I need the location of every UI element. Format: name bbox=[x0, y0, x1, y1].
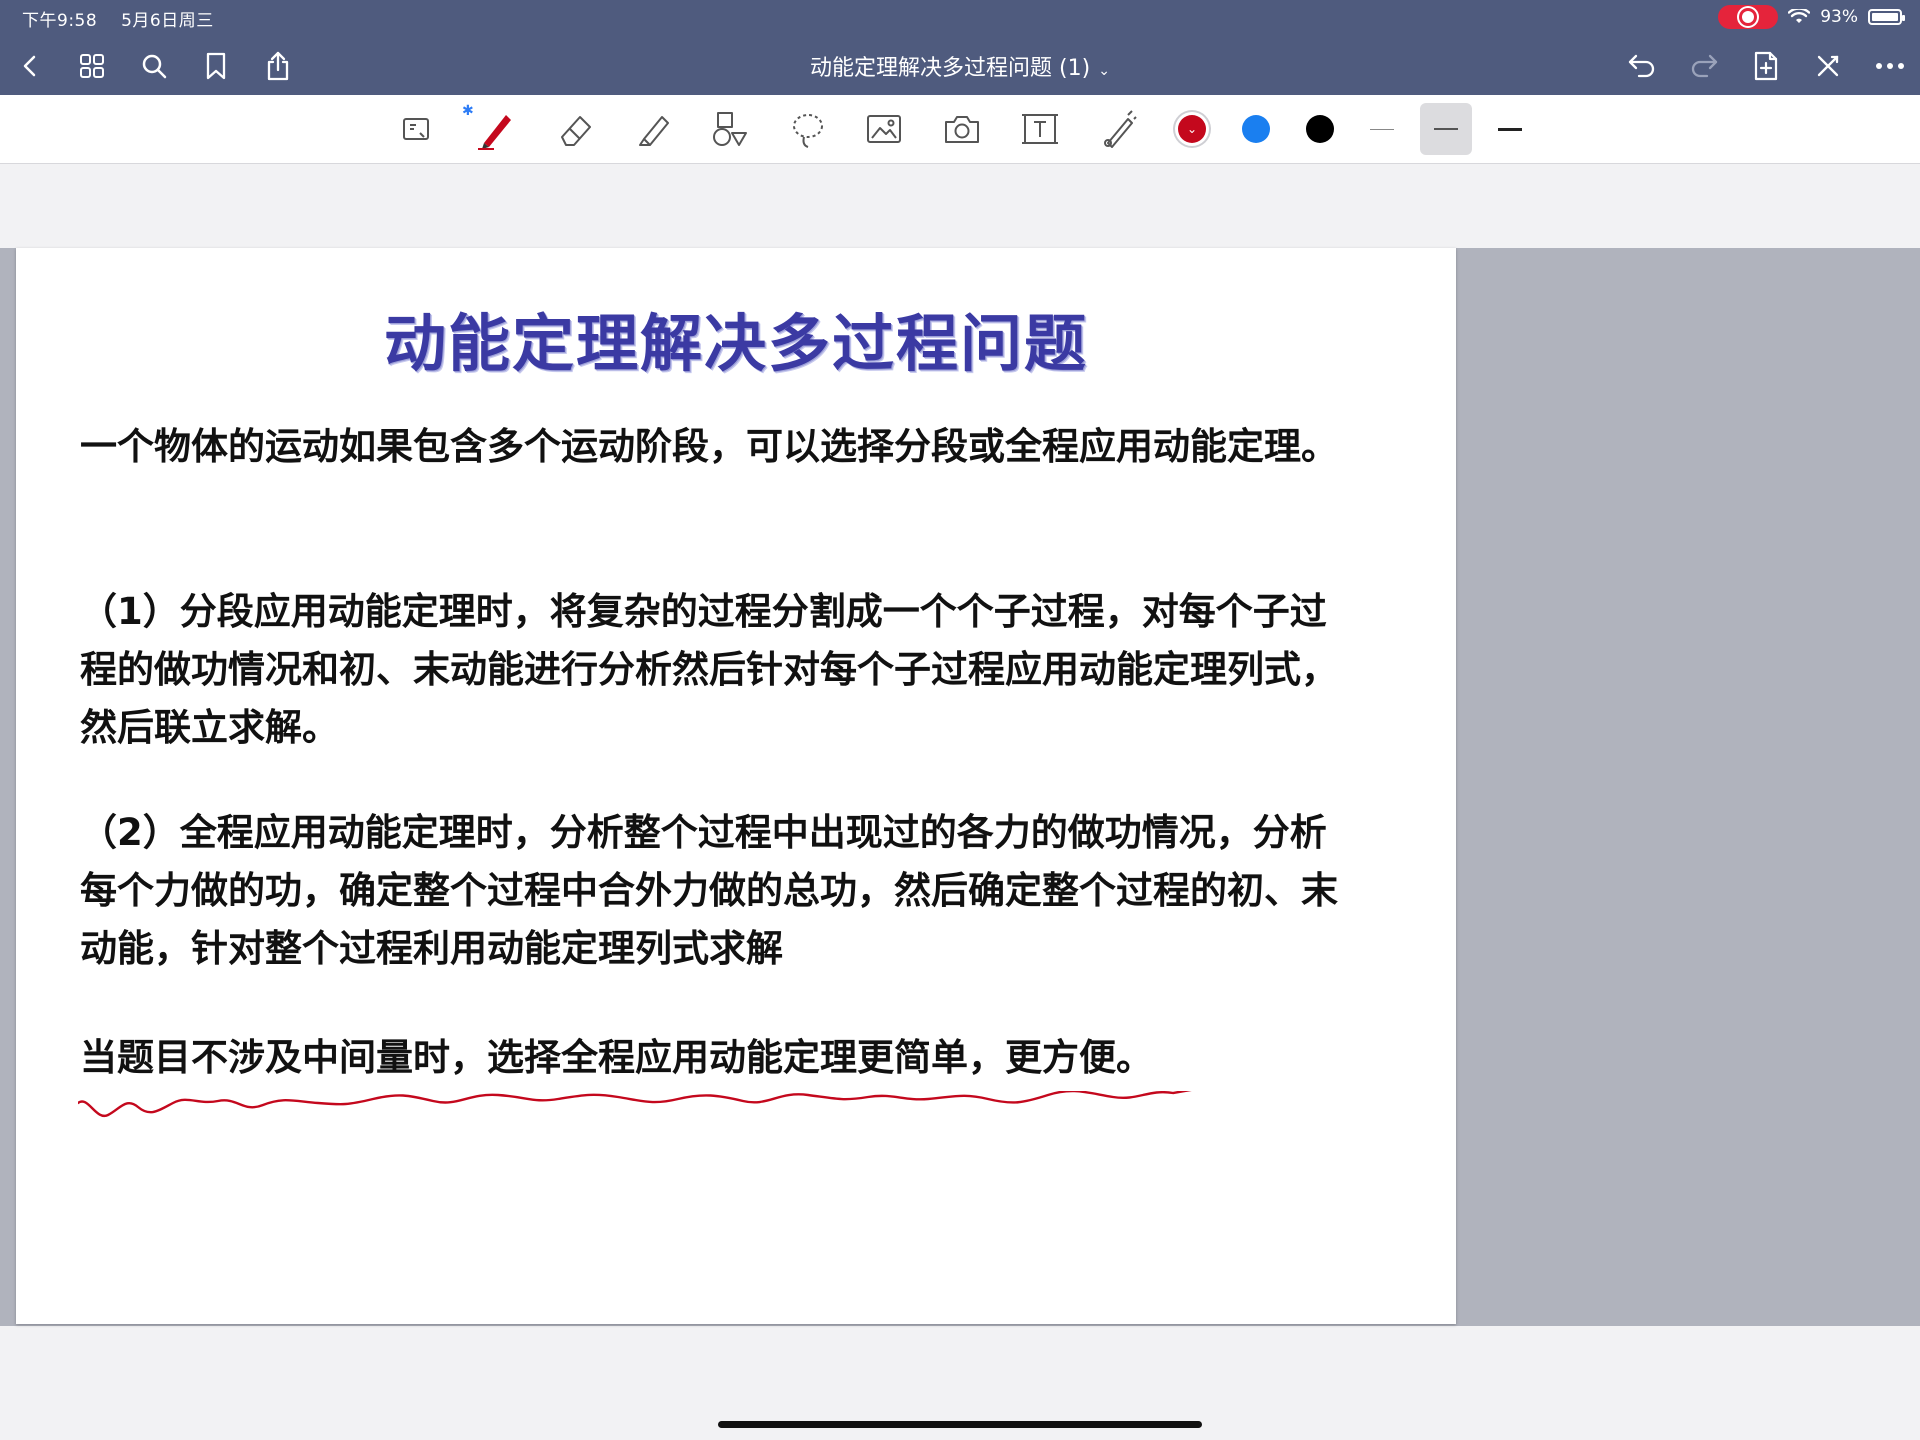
status-bar-left: 下午9:58 5月6日周三 bbox=[22, 6, 232, 31]
paragraph-intro: 一个物体的运动如果包含多个运动阶段，可以选择分段或全程应用动能定理。 bbox=[80, 425, 1338, 468]
canvas-area[interactable]: 动能定理解决多过程问题 一个物体的运动如果包含多个运动阶段，可以选择分段或全程应… bbox=[0, 248, 1920, 1326]
image-icon[interactable] bbox=[858, 103, 910, 155]
redo-icon[interactable] bbox=[1684, 46, 1724, 86]
text-box-icon[interactable] bbox=[1014, 103, 1066, 155]
status-time: 下午9:58 bbox=[22, 11, 98, 31]
home-indicator[interactable] bbox=[718, 1421, 1202, 1428]
camera-icon[interactable] bbox=[936, 103, 988, 155]
color-dot-red: ⌄ bbox=[1178, 115, 1206, 143]
color-swatch-blue[interactable] bbox=[1230, 103, 1282, 155]
bookmark-icon[interactable] bbox=[196, 46, 236, 86]
add-page-icon[interactable] bbox=[1746, 46, 1786, 86]
chevron-down-icon: ⌄ bbox=[1186, 122, 1198, 136]
status-bar-right: 93% bbox=[1718, 4, 1905, 30]
paragraph-whole-process: （2）全程应用动能定理时，分析整个过程中出现过的各力的做功情况，分析每个力做的功… bbox=[80, 811, 1338, 970]
document-title-text: 动能定理解决多过程问题 (1) bbox=[810, 56, 1091, 81]
more-icon[interactable] bbox=[1870, 46, 1910, 86]
color-dot-blue bbox=[1242, 115, 1270, 143]
handwritten-underline-annotation[interactable] bbox=[78, 1091, 1228, 1131]
battery-icon bbox=[1868, 9, 1905, 25]
stroke-width-thin[interactable] bbox=[1356, 103, 1408, 155]
close-icon[interactable] bbox=[1808, 46, 1848, 86]
slide-title: 动能定理解决多过程问题 bbox=[383, 307, 1088, 380]
undo-icon[interactable] bbox=[1622, 46, 1662, 86]
highlighter-icon[interactable] bbox=[628, 103, 680, 155]
paragraph-segmented: （1）分段应用动能定理时，将复杂的过程分割成一个个子过程，对每个子过程的做功情况… bbox=[80, 590, 1338, 749]
search-icon[interactable] bbox=[134, 46, 174, 86]
top-bar: 下午9:58 5月6日周三 93% 动能定理解决多过程问题 (1) ⌄ bbox=[0, 0, 1920, 95]
drawing-toolbar: ✱ ⌄ bbox=[0, 95, 1920, 164]
slide-page[interactable]: 动能定理解决多过程问题 一个物体的运动如果包含多个运动阶段，可以选择分段或全程应… bbox=[16, 248, 1456, 1324]
pen-icon[interactable] bbox=[470, 103, 522, 155]
lasso-icon[interactable] bbox=[782, 103, 834, 155]
screen-recording-icon[interactable] bbox=[1718, 5, 1779, 29]
read-mode-icon[interactable] bbox=[390, 103, 442, 155]
stroke-width-thick[interactable] bbox=[1484, 103, 1536, 155]
paragraph-conclusion: 当题目不涉及中间量时，选择全程应用动能定理更简单，更方便。 bbox=[80, 1036, 1153, 1079]
eraser-icon[interactable] bbox=[550, 103, 602, 155]
back-chevron-icon[interactable] bbox=[10, 46, 50, 86]
color-swatch-red[interactable]: ⌄ bbox=[1166, 103, 1218, 155]
laser-pointer-icon[interactable] bbox=[1092, 103, 1144, 155]
shapes-icon[interactable] bbox=[704, 103, 756, 155]
chevron-down-icon: ⌄ bbox=[1098, 63, 1110, 79]
status-date: 5月6日周三 bbox=[121, 11, 214, 31]
wifi-icon bbox=[1788, 9, 1811, 23]
color-dot-black bbox=[1306, 115, 1334, 143]
grid-icon[interactable] bbox=[72, 46, 112, 86]
share-icon[interactable] bbox=[258, 46, 298, 86]
stroke-width-medium[interactable] bbox=[1420, 103, 1472, 155]
color-swatch-black[interactable] bbox=[1294, 103, 1346, 155]
battery-percent: 93% bbox=[1820, 7, 1858, 27]
